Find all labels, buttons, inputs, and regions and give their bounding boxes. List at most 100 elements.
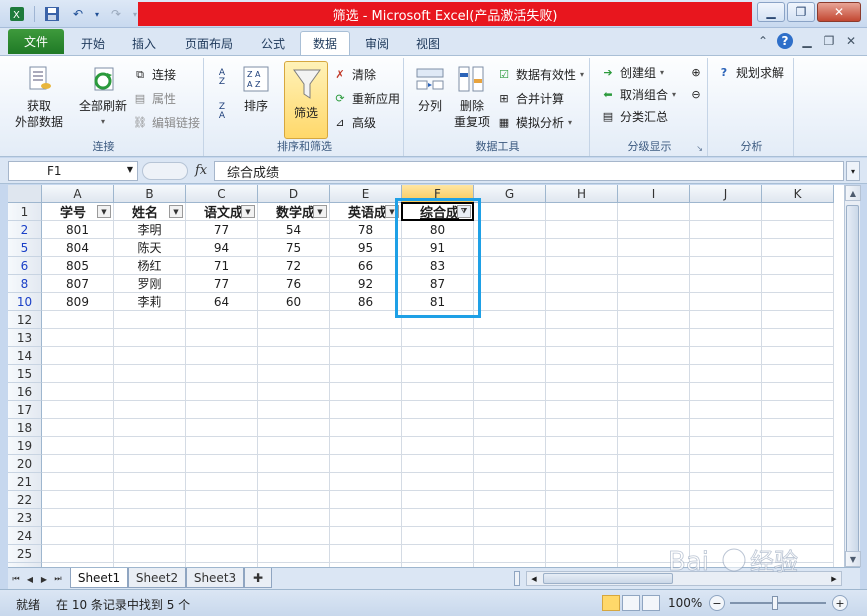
cell-E12[interactable]: [330, 311, 402, 329]
cell-J19[interactable]: [690, 437, 762, 455]
filter-dropdown-icon[interactable]: ▼: [97, 205, 111, 218]
cell-J14[interactable]: [690, 347, 762, 365]
connections-button[interactable]: ⧉ 连接: [132, 66, 176, 83]
cell-C23[interactable]: [186, 509, 258, 527]
cell-B17[interactable]: [114, 401, 186, 419]
cell-E10[interactable]: 86: [330, 293, 402, 311]
dialog-launcher-icon[interactable]: ↘: [696, 144, 703, 153]
cell-A23[interactable]: [42, 509, 114, 527]
zoom-in-icon[interactable]: +: [832, 595, 848, 611]
cell-I17[interactable]: [618, 401, 690, 419]
row-header-13[interactable]: 13: [8, 329, 42, 347]
cell-A24[interactable]: [42, 527, 114, 545]
cell-J22[interactable]: [690, 491, 762, 509]
row-header-1[interactable]: 1: [8, 203, 42, 221]
sheet-tab-3[interactable]: Sheet3: [186, 568, 244, 588]
cell-H8[interactable]: [546, 275, 618, 293]
cell-I1[interactable]: [618, 203, 690, 221]
zoom-slider-track[interactable]: [730, 602, 826, 604]
cell-D19[interactable]: [258, 437, 330, 455]
row-header-12[interactable]: 12: [8, 311, 42, 329]
cell-D5[interactable]: 75: [258, 239, 330, 257]
cell-H18[interactable]: [546, 419, 618, 437]
row-header-6[interactable]: 6: [8, 257, 42, 275]
cell-D8[interactable]: 76: [258, 275, 330, 293]
get-external-data-button[interactable]: 获取 外部数据: [8, 64, 70, 130]
row-header-8[interactable]: 8: [8, 275, 42, 293]
cell-F20[interactable]: [402, 455, 474, 473]
cell-I16[interactable]: [618, 383, 690, 401]
cell-K6[interactable]: [762, 257, 834, 275]
cell-I13[interactable]: [618, 329, 690, 347]
cell-F23[interactable]: [402, 509, 474, 527]
cell-C24[interactable]: [186, 527, 258, 545]
page-break-view-icon[interactable]: [642, 595, 660, 611]
row-header-16[interactable]: 16: [8, 383, 42, 401]
cell-B2[interactable]: 李明: [114, 221, 186, 239]
cell-I18[interactable]: [618, 419, 690, 437]
cell-D25[interactable]: [258, 545, 330, 563]
cell-K8[interactable]: [762, 275, 834, 293]
reapply-button[interactable]: ⟳ 重新应用: [332, 90, 400, 107]
cell-B5[interactable]: 陈天: [114, 239, 186, 257]
cell-E17[interactable]: [330, 401, 402, 419]
sheet-tab-1[interactable]: Sheet1: [70, 568, 128, 588]
cell-I20[interactable]: [618, 455, 690, 473]
cell-J21[interactable]: [690, 473, 762, 491]
minimize-button[interactable]: ▁: [757, 2, 785, 22]
cell-C13[interactable]: [186, 329, 258, 347]
undo-dropdown-icon[interactable]: ▾: [93, 4, 101, 24]
cell-F14[interactable]: [402, 347, 474, 365]
tab-file[interactable]: 文件: [8, 29, 64, 54]
solver-button[interactable]: ? 规划求解: [716, 64, 784, 81]
cell-D2[interactable]: 54: [258, 221, 330, 239]
prev-sheet-icon[interactable]: ◀: [24, 572, 36, 586]
cell-K15[interactable]: [762, 365, 834, 383]
tab-split-handle[interactable]: [514, 571, 520, 586]
cell-H21[interactable]: [546, 473, 618, 491]
workbook-close-icon[interactable]: ✕: [843, 33, 859, 49]
cell-A10[interactable]: 809: [42, 293, 114, 311]
row-header-15[interactable]: 15: [8, 365, 42, 383]
cell-G1[interactable]: [474, 203, 546, 221]
row-header-2[interactable]: 2: [8, 221, 42, 239]
cell-C12[interactable]: [186, 311, 258, 329]
cell-I24[interactable]: [618, 527, 690, 545]
cell-A5[interactable]: 804: [42, 239, 114, 257]
filter-dropdown-icon[interactable]: ▼: [169, 205, 183, 218]
worksheet-grid[interactable]: A B C D E F G H I J K 1 学号 ▼ 姓名 ▼ 语文成 ▼ 数学成 ▼ 英语成 ▼ 综合成 ⧩ 2 801 李明…: [8, 185, 844, 567]
cell-G5[interactable]: [474, 239, 546, 257]
cell-I2[interactable]: [618, 221, 690, 239]
row-header-17[interactable]: 17: [8, 401, 42, 419]
cell-H16[interactable]: [546, 383, 618, 401]
cell-C2[interactable]: 77: [186, 221, 258, 239]
cell-G13[interactable]: [474, 329, 546, 347]
cell-F16[interactable]: [402, 383, 474, 401]
cell-K2[interactable]: [762, 221, 834, 239]
vertical-scrollbar[interactable]: ▲ ▼: [844, 185, 861, 567]
cell-H12[interactable]: [546, 311, 618, 329]
cell-G18[interactable]: [474, 419, 546, 437]
cell-E19[interactable]: [330, 437, 402, 455]
cell-K19[interactable]: [762, 437, 834, 455]
column-header-C[interactable]: C: [186, 185, 258, 203]
cell-I21[interactable]: [618, 473, 690, 491]
row-header-10[interactable]: 10: [8, 293, 42, 311]
cell-C6[interactable]: 71: [186, 257, 258, 275]
column-header-G[interactable]: G: [474, 185, 546, 203]
column-header-E[interactable]: E: [330, 185, 402, 203]
cell-B13[interactable]: [114, 329, 186, 347]
cell-C21[interactable]: [186, 473, 258, 491]
horizontal-scrollbar[interactable]: ◀ ▶: [526, 571, 842, 586]
cell-H10[interactable]: [546, 293, 618, 311]
cell-D16[interactable]: [258, 383, 330, 401]
row-header-24[interactable]: 24: [8, 527, 42, 545]
excel-icon[interactable]: X: [6, 4, 28, 24]
cell-E24[interactable]: [330, 527, 402, 545]
cell-I19[interactable]: [618, 437, 690, 455]
cell-H20[interactable]: [546, 455, 618, 473]
cell-D18[interactable]: [258, 419, 330, 437]
page-layout-view-icon[interactable]: [622, 595, 640, 611]
cell-H25[interactable]: [546, 545, 618, 563]
insert-sheet-icon[interactable]: ✚: [244, 568, 272, 588]
